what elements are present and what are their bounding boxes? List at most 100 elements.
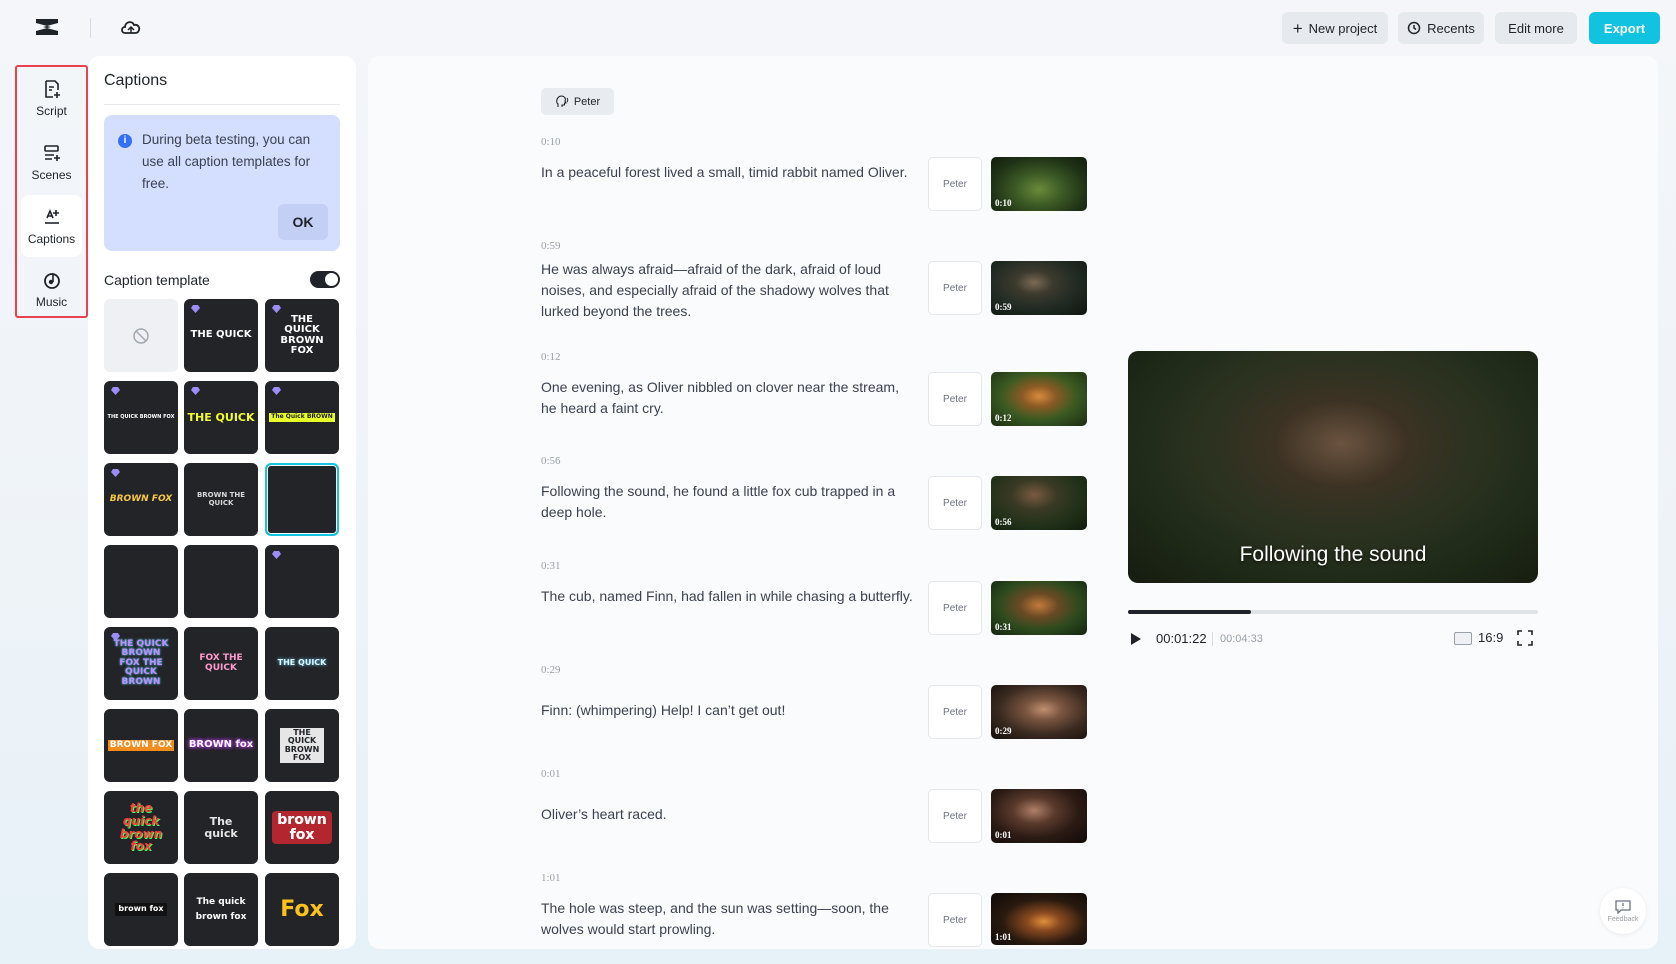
scene-thumbnail[interactable]: 0:29	[991, 685, 1087, 739]
capcut-logo-icon[interactable]	[34, 16, 60, 38]
template-tile[interactable]: Fox	[265, 873, 339, 946]
plus-icon: +	[1292, 18, 1303, 38]
template-tile[interactable]: THE QUICK	[265, 627, 339, 700]
template-tile[interactable]: BROWN fox	[184, 709, 258, 782]
feedback-button[interactable]: Feedback	[1600, 888, 1646, 934]
line-timestamp: 0:01	[541, 768, 561, 780]
scene-thumbnail[interactable]: 0:10	[991, 157, 1087, 211]
fullscreen-icon[interactable]	[1517, 630, 1533, 646]
template-preview-text: brown fox	[272, 810, 332, 845]
template-tile[interactable]: brown fox	[104, 873, 178, 946]
line-text[interactable]: The cub, named Finn, had fallen in while…	[541, 586, 916, 607]
template-tile[interactable]: the quick brown fox	[104, 791, 178, 864]
video-preview[interactable]: Following the sound	[1128, 351, 1538, 583]
voice-button[interactable]: Peter	[928, 685, 982, 739]
gem-icon	[272, 387, 281, 395]
template-tile[interactable]: THE QUICK	[184, 299, 258, 372]
speaker-chip[interactable]: Peter	[541, 88, 614, 115]
export-button[interactable]: Export	[1589, 12, 1660, 44]
thumbnail-timestamp: 0:10	[995, 198, 1012, 208]
template-tile[interactable]: BROWN FOX	[104, 709, 178, 782]
panel-divider	[104, 104, 340, 105]
voice-button[interactable]: Peter	[928, 157, 982, 211]
line-text[interactable]: Following the sound, he found a little f…	[541, 481, 916, 523]
template-tile[interactable]: THE QUICK BROWN FOX THE QUICK BROWN	[104, 627, 178, 700]
line-text[interactable]: One evening, as Oliver nibbled on clover…	[541, 377, 916, 419]
template-tile[interactable]	[104, 545, 178, 618]
voice-button[interactable]: Peter	[928, 789, 982, 843]
template-tile[interactable]: THE QUICK BROWN FOX	[265, 709, 339, 782]
voice-button[interactable]: Peter	[928, 261, 982, 315]
template-tile[interactable]: FOX THE QUICK	[184, 627, 258, 700]
info-icon: i	[118, 134, 132, 148]
app-header: + New project Recents Edit more Export	[0, 0, 1676, 56]
music-icon	[43, 272, 60, 289]
voice-button[interactable]: Peter	[928, 372, 982, 426]
playback-progress-bar[interactable]	[1128, 610, 1538, 614]
template-tile[interactable]: The Quick BROWN	[265, 381, 339, 454]
template-none[interactable]	[104, 299, 178, 372]
time-divider	[1212, 632, 1213, 646]
voice-head-icon	[556, 95, 569, 107]
template-tile[interactable]: THE QUICK	[184, 381, 258, 454]
scene-thumbnail[interactable]: 0:31	[991, 581, 1087, 635]
template-preview-text: THE QUICK	[187, 410, 255, 424]
template-preview-text: The quick brown fox	[195, 897, 247, 922]
template-preview-text: BROWN THE QUICK	[196, 491, 246, 507]
rail-item-label: Scenes	[31, 167, 72, 182]
gem-icon	[191, 387, 200, 395]
template-tile[interactable]: The quick brown fox	[184, 873, 258, 946]
play-icon[interactable]	[1130, 632, 1142, 646]
template-preview-text: THE QUICK	[190, 329, 252, 341]
template-tile[interactable]: brown fox	[265, 791, 339, 864]
new-project-button[interactable]: + New project	[1282, 12, 1388, 44]
line-timestamp: 0:10	[541, 136, 561, 148]
ok-button[interactable]: OK	[278, 204, 328, 240]
voice-button[interactable]: Peter	[928, 893, 982, 947]
line-text[interactable]: The hole was steep, and the sun was sett…	[541, 898, 916, 940]
new-project-label: New project	[1308, 20, 1378, 36]
rail-item-label: Script	[36, 103, 67, 118]
playback-progress-fill	[1128, 610, 1251, 614]
line-text[interactable]: Oliver’s heart raced.	[541, 804, 916, 825]
beta-notice: i During beta testing, you can use all c…	[104, 115, 340, 251]
template-tile[interactable]: THE QUICK BROWN FOX	[265, 299, 339, 372]
speaker-name: Peter	[573, 95, 601, 108]
recents-button[interactable]: Recents	[1398, 12, 1484, 44]
voice-button[interactable]: Peter	[928, 476, 982, 530]
rail-item-script[interactable]: Script	[21, 67, 82, 129]
template-preview-text: THE QUICK BROWN FOX	[280, 727, 324, 764]
scene-thumbnail[interactable]: 0:59	[991, 261, 1087, 315]
aspect-ratio-icon[interactable]	[1454, 632, 1472, 645]
caption-template-toggle[interactable]	[310, 271, 340, 288]
template-tile[interactable]: THE QUICK BROWN FOX	[104, 381, 178, 454]
rail-item-music[interactable]: Music	[21, 258, 82, 320]
scene-thumbnail[interactable]: 0:01	[991, 789, 1087, 843]
cloud-icon[interactable]	[120, 18, 142, 38]
voice-button[interactable]: Peter	[928, 581, 982, 635]
rail-item-label: Music	[35, 294, 68, 309]
line-text[interactable]: Finn: (whimpering) Help! I can’t get out…	[541, 700, 916, 721]
template-tile[interactable]: The quick	[184, 791, 258, 864]
template-tile[interactable]: BROWN FOX	[104, 463, 178, 536]
template-tile[interactable]	[265, 545, 339, 618]
scene-thumbnail[interactable]: 0:56	[991, 476, 1087, 530]
preview-caption: Following the sound	[1239, 543, 1427, 566]
scene-thumbnail[interactable]: 0:12	[991, 372, 1087, 426]
template-preview-text: BROWN FOX	[107, 739, 175, 752]
line-text[interactable]: In a peaceful forest lived a small, timi…	[541, 162, 916, 183]
template-tile[interactable]: BROWN THE QUICK	[184, 463, 258, 536]
rail-item-captions[interactable]: Captions	[21, 195, 82, 257]
scene-thumbnail[interactable]: 1:01	[991, 893, 1087, 945]
template-tile-selected[interactable]	[265, 463, 339, 536]
line-timestamp: 0:31	[541, 560, 561, 572]
gem-icon	[191, 305, 200, 313]
template-tile[interactable]	[184, 545, 258, 618]
template-preview-text: The quick	[204, 814, 238, 840]
aspect-ratio-label[interactable]: 16:9	[1478, 630, 1503, 645]
edit-more-button[interactable]: Edit more	[1495, 12, 1577, 44]
line-text[interactable]: He was always afraid—afraid of the dark,…	[541, 259, 916, 322]
template-preview-text: Fox	[280, 896, 324, 922]
thumbnail-timestamp: 1:01	[995, 932, 1012, 942]
rail-item-scenes[interactable]: Scenes	[21, 131, 82, 193]
